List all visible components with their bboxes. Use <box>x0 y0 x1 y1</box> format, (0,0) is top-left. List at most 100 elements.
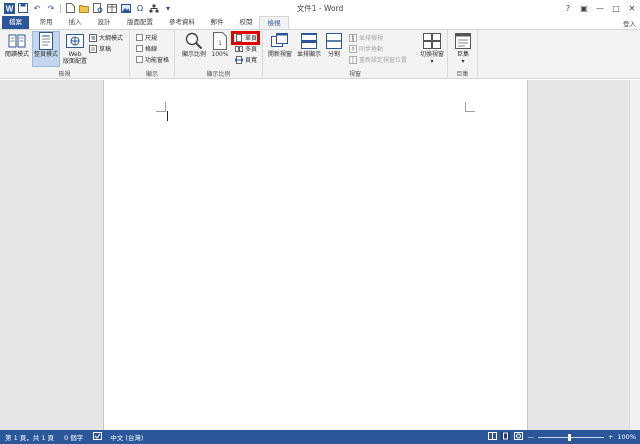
page-width-icon <box>235 55 243 64</box>
side-by-side-icon <box>349 33 357 42</box>
zoom-slider-thumb[interactable] <box>567 433 571 441</box>
draft-button[interactable]: 草稿 <box>89 44 111 53</box>
gridlines-checkbox[interactable]: 格線 <box>136 44 157 53</box>
vertical-scrollbar[interactable] <box>629 80 640 430</box>
zoom-slider[interactable] <box>537 433 604 441</box>
sync-scroll-label: 同步捲動 <box>359 46 384 53</box>
zoom-group: 顯示比例 1 100% 單頁 多頁 頁寬 顯示比例 <box>175 30 263 79</box>
macros-icon <box>454 32 472 50</box>
zoom-percent[interactable]: 100% <box>617 433 636 441</box>
ribbon-display-options-icon[interactable]: ▣ <box>576 4 592 13</box>
read-mode-icon <box>8 32 26 50</box>
switch-windows-button[interactable]: 切換視窗 ▾ <box>417 32 447 65</box>
arrange-all-label: 並排顯示 <box>296 51 321 58</box>
macros-dropdown-icon: ▾ <box>461 58 465 65</box>
margin-mark-top-left <box>156 102 166 112</box>
gridlines-check-icon <box>136 45 143 52</box>
picture-icon[interactable] <box>120 2 132 14</box>
macros-button[interactable]: 巨集 ▾ <box>451 32 475 65</box>
tab-view[interactable]: 檢視 <box>259 16 289 30</box>
views-group: 閱讀模式 整頁模式 Web 版面配置 大綱模式 草稿 檢視 <box>0 30 130 79</box>
macros-label: 巨集 <box>456 51 469 58</box>
gridlines-label: 格線 <box>145 46 158 53</box>
ruler-checkbox[interactable]: 尺規 <box>136 33 157 42</box>
redo-icon[interactable]: ↷ <box>45 2 57 14</box>
reset-position-label: 重新設定視窗位置 <box>359 57 408 64</box>
print-layout-button[interactable]: 整頁模式 <box>32 31 60 67</box>
tab-references[interactable]: 參考資料 <box>162 16 202 29</box>
reset-position-button[interactable]: 重新設定視窗位置 <box>349 55 407 64</box>
print-layout-view-icon[interactable] <box>501 432 511 442</box>
read-mode-button[interactable]: 閱讀模式 <box>3 32 31 58</box>
customize-qat-icon[interactable]: ▾ <box>162 2 174 14</box>
arrange-all-button[interactable]: 並排顯示 <box>295 32 323 58</box>
split-button[interactable]: 分割 <box>323 32 345 58</box>
switch-windows-label: 切換視窗 <box>419 51 444 58</box>
tab-insert[interactable]: 插入 <box>61 16 89 29</box>
page-count[interactable]: 第 1 頁，共 1 頁 <box>5 432 54 442</box>
print-preview-icon[interactable] <box>92 2 104 14</box>
sign-in-link[interactable]: 登入 <box>623 18 636 28</box>
nav-pane-checkbox[interactable]: 功能窗格 <box>136 55 169 64</box>
window-controls: ? ▣ — □ ✕ <box>560 0 640 16</box>
close-icon[interactable]: ✕ <box>624 4 640 13</box>
web-layout-label-2: 版面配置 <box>62 58 87 65</box>
minimize-icon[interactable]: — <box>592 4 608 13</box>
zoom-controls: — + 100% <box>488 430 636 444</box>
restore-icon[interactable]: □ <box>608 4 624 13</box>
print-layout-label: 整頁模式 <box>33 51 58 58</box>
text-cursor <box>167 111 168 121</box>
views-group-label: 檢視 <box>58 71 71 78</box>
web-layout-label-1: Web <box>68 51 82 58</box>
open-icon[interactable] <box>78 2 90 14</box>
arrange-all-icon <box>300 32 318 50</box>
ribbon-tabs: 檔案 常用 插入 設計 版面配置 參考資料 郵件 校閱 檢視 登入 <box>0 16 640 30</box>
page-width-button[interactable]: 頁寬 <box>235 55 257 64</box>
save-icon[interactable] <box>17 2 29 14</box>
zoom-in-button[interactable]: + <box>608 433 613 441</box>
ruler-label: 尺規 <box>145 35 158 42</box>
language-status[interactable]: 中文 (台灣) <box>110 432 143 442</box>
outline-button[interactable]: 大綱模式 <box>89 33 123 42</box>
symbol-icon[interactable]: Ω <box>134 2 146 14</box>
multiple-pages-icon <box>235 45 243 53</box>
new-window-label: 開新視窗 <box>267 51 292 58</box>
web-layout-icon <box>66 32 84 50</box>
sitemap-icon[interactable] <box>148 2 160 14</box>
show-group: 尺規 格線 功能窗格 顯示 <box>130 30 175 79</box>
side-by-side-button[interactable]: 並排檢視 <box>349 33 383 42</box>
table-icon[interactable] <box>106 2 118 14</box>
read-mode-view-icon[interactable] <box>488 432 498 442</box>
zoom-100-button[interactable]: 1 100% <box>210 32 230 58</box>
new-window-button[interactable]: 開新視窗 <box>265 32 295 58</box>
word-logo-icon[interactable]: W <box>3 2 15 14</box>
show-group-label: 顯示 <box>145 71 158 78</box>
new-doc-icon[interactable] <box>64 2 76 14</box>
zoom-out-button[interactable]: — <box>527 433 534 441</box>
document-page[interactable] <box>103 80 528 430</box>
tab-home[interactable]: 常用 <box>32 16 60 29</box>
tab-review[interactable]: 校閱 <box>232 16 260 29</box>
undo-icon[interactable]: ↶ <box>31 2 43 14</box>
outline-icon <box>89 33 97 42</box>
tab-layout[interactable]: 版面配置 <box>120 16 160 29</box>
switch-windows-icon <box>423 32 441 50</box>
multiple-pages-label: 多頁 <box>245 46 258 53</box>
zoom-100-label: 100% <box>211 51 229 58</box>
tab-mailings[interactable]: 郵件 <box>203 16 231 29</box>
tab-file[interactable]: 檔案 <box>2 16 29 29</box>
help-icon[interactable]: ? <box>560 4 576 13</box>
draft-icon <box>89 44 97 53</box>
macros-group-label: 巨集 <box>456 71 469 78</box>
word-count[interactable]: 0 個字 <box>64 432 83 442</box>
tab-design[interactable]: 設計 <box>90 16 118 29</box>
zoom-100-icon: 1 <box>211 32 229 50</box>
proofing-icon[interactable] <box>93 432 103 442</box>
zoom-button[interactable]: 顯示比例 <box>178 32 210 58</box>
title-bar: W ↶ ↷ Ω ▾ 文件1 - Word ? ▣ — □ ✕ <box>0 0 640 16</box>
web-layout-button[interactable]: Web 版面配置 <box>62 32 88 65</box>
qat-separator <box>60 3 61 13</box>
multiple-pages-button[interactable]: 多頁 <box>235 44 257 53</box>
sync-scroll-button[interactable]: 同步捲動 <box>349 44 383 53</box>
web-layout-view-icon[interactable] <box>514 432 524 442</box>
